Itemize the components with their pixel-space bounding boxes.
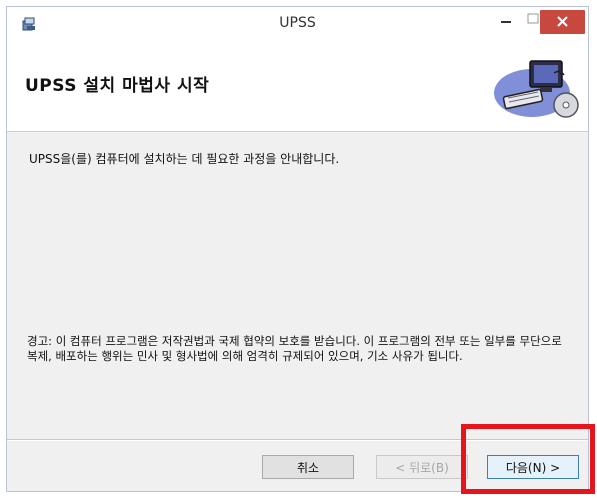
installer-window: UPSS UPSS 설치 마법사 시작 UPSS을(를) 컴퓨터에 설치하는 데…	[6, 6, 589, 492]
wizard-title: UPSS 설치 마법사 시작	[25, 76, 210, 96]
back-button[interactable]: < 뒤로(B)	[376, 455, 468, 479]
minimize-button[interactable]	[493, 7, 519, 31]
wizard-description: UPSS을(를) 컴퓨터에 설치하는 데 필요한 과정을 안내합니다.	[29, 152, 340, 166]
title-bar[interactable]: UPSS	[7, 7, 588, 41]
wizard-header: UPSS 설치 마법사 시작	[7, 41, 588, 132]
computer-setup-icon	[494, 60, 579, 118]
copyright-warning: 경고: 이 컴퓨터 프로그램은 저작권법과 국제 협약의 보호를 받습니다. 이…	[27, 334, 562, 363]
next-button-highlight-box	[461, 424, 595, 494]
close-button[interactable]	[540, 10, 585, 34]
cancel-button[interactable]: 취소	[262, 455, 354, 479]
